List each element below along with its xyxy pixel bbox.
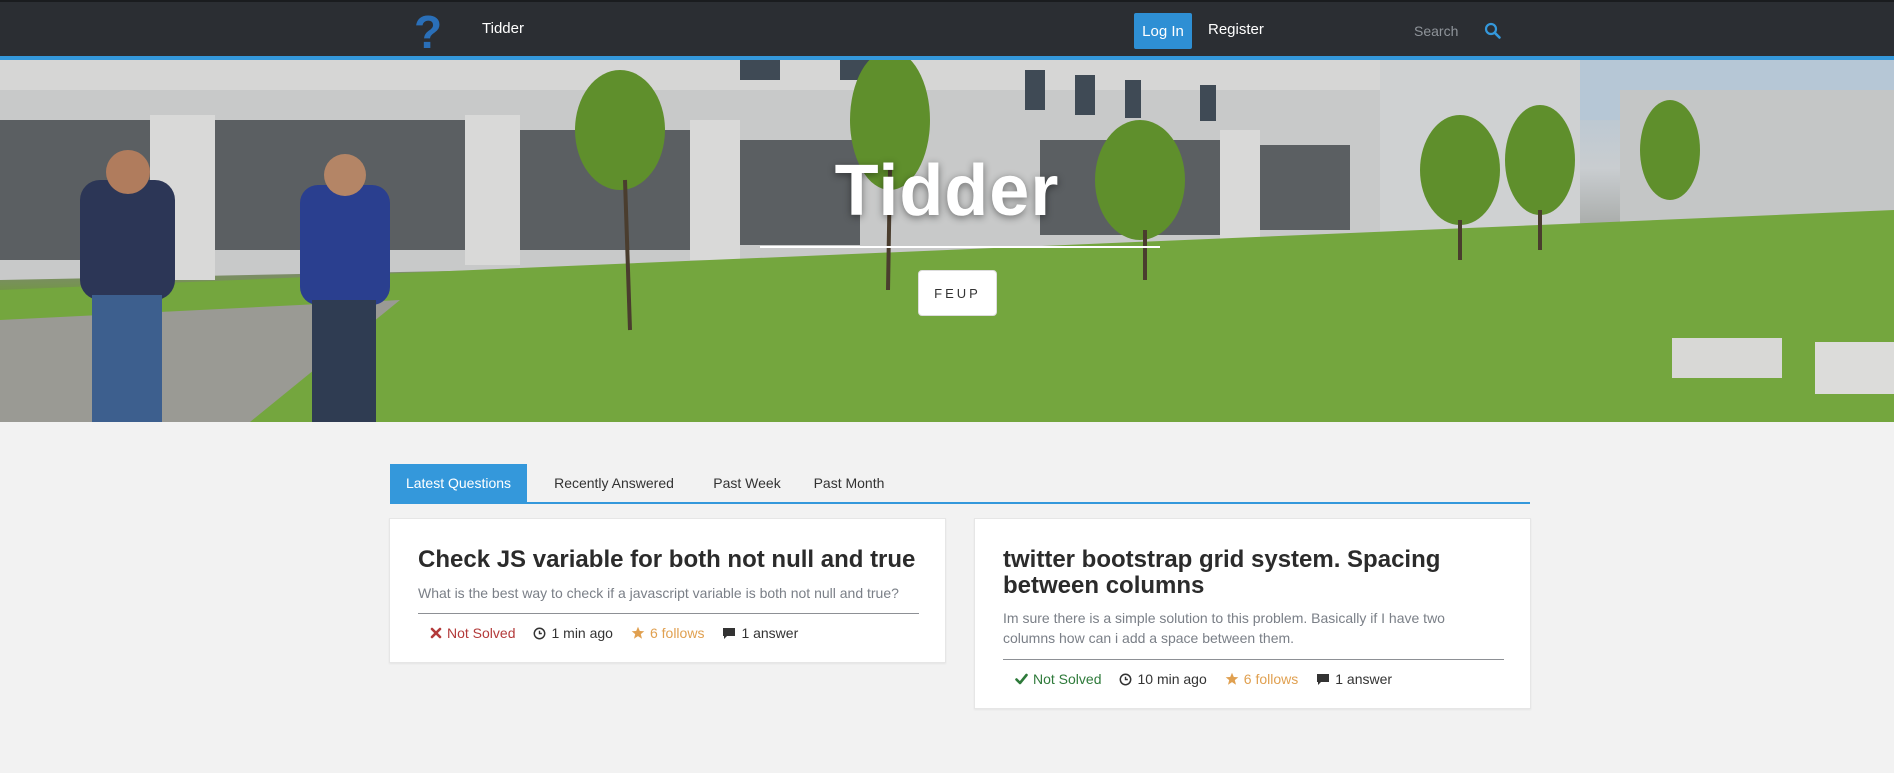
hero-title: Tidder <box>834 151 1060 231</box>
search-icon[interactable] <box>1484 22 1502 40</box>
time-info: 10 min ago <box>1119 671 1207 687</box>
login-button[interactable]: Log In <box>1134 13 1192 49</box>
comment-icon <box>1317 673 1330 685</box>
answers-info[interactable]: 1 answer <box>722 625 798 641</box>
card-divider <box>1003 659 1504 660</box>
hero-divider <box>760 246 1160 248</box>
follows-info[interactable]: 6 follows <box>631 625 704 641</box>
follows-info[interactable]: 6 follows <box>1225 671 1298 687</box>
time-info: 1 min ago <box>533 625 613 641</box>
register-link[interactable]: Register <box>1208 21 1264 38</box>
question-meta: Not Solved 1 min ago 6 follows 1 answer <box>430 625 816 641</box>
question-card[interactable]: twitter bootstrap grid system. Spacing b… <box>974 518 1531 709</box>
question-tabs: Latest Questions Recently Answered Past … <box>390 464 1530 504</box>
comment-icon <box>723 627 736 639</box>
question-mark-icon[interactable]: ? <box>408 6 448 54</box>
follows-text: 6 follows <box>649 625 705 641</box>
star-icon <box>1225 672 1239 685</box>
tab-recently-answered[interactable]: Recently Answered <box>527 464 701 502</box>
card-divider <box>418 613 919 614</box>
feup-button[interactable]: FEUP <box>918 270 997 316</box>
clock-icon <box>534 627 546 639</box>
tab-past-month[interactable]: Past Month <box>784 464 914 502</box>
answers-text: 1 answer <box>1335 671 1393 687</box>
time-text: 10 min ago <box>1137 671 1207 687</box>
question-title[interactable]: twitter bootstrap grid system. Spacing b… <box>1003 547 1483 599</box>
navbar: ? Tidder Log In Register <box>0 0 1894 60</box>
search-input[interactable] <box>1412 19 1522 43</box>
question-excerpt: What is the best way to check if a javas… <box>418 585 899 601</box>
svg-text:?: ? <box>414 6 442 54</box>
follows-text: 6 follows <box>1243 671 1299 687</box>
question-excerpt: Im sure there is a simple solution to th… <box>1003 610 1445 646</box>
hero-banner: Tidder FEUP <box>0 60 1894 422</box>
answers-info[interactable]: 1 answer <box>1316 671 1392 687</box>
question-meta: Not Solved 10 min ago 6 follows 1 answer <box>1015 671 1410 687</box>
answers-text: 1 answer <box>741 625 799 641</box>
status-badge: Not Solved <box>430 625 515 641</box>
question-card[interactable]: Check JS variable for both not null and … <box>389 518 946 663</box>
brand-link[interactable]: Tidder <box>482 20 524 37</box>
tab-latest-questions[interactable]: Latest Questions <box>390 464 527 502</box>
status-text: Not Solved <box>447 625 516 641</box>
checkmark-icon <box>1015 673 1028 685</box>
time-text: 1 min ago <box>551 625 613 641</box>
question-title[interactable]: Check JS variable for both not null and … <box>418 547 928 573</box>
hero-background-image <box>0 60 1894 422</box>
status-text: Not Solved <box>1033 671 1102 687</box>
x-icon <box>430 627 442 639</box>
star-icon <box>631 626 645 639</box>
status-badge: Not Solved <box>1015 671 1101 687</box>
clock-icon <box>1120 673 1132 685</box>
